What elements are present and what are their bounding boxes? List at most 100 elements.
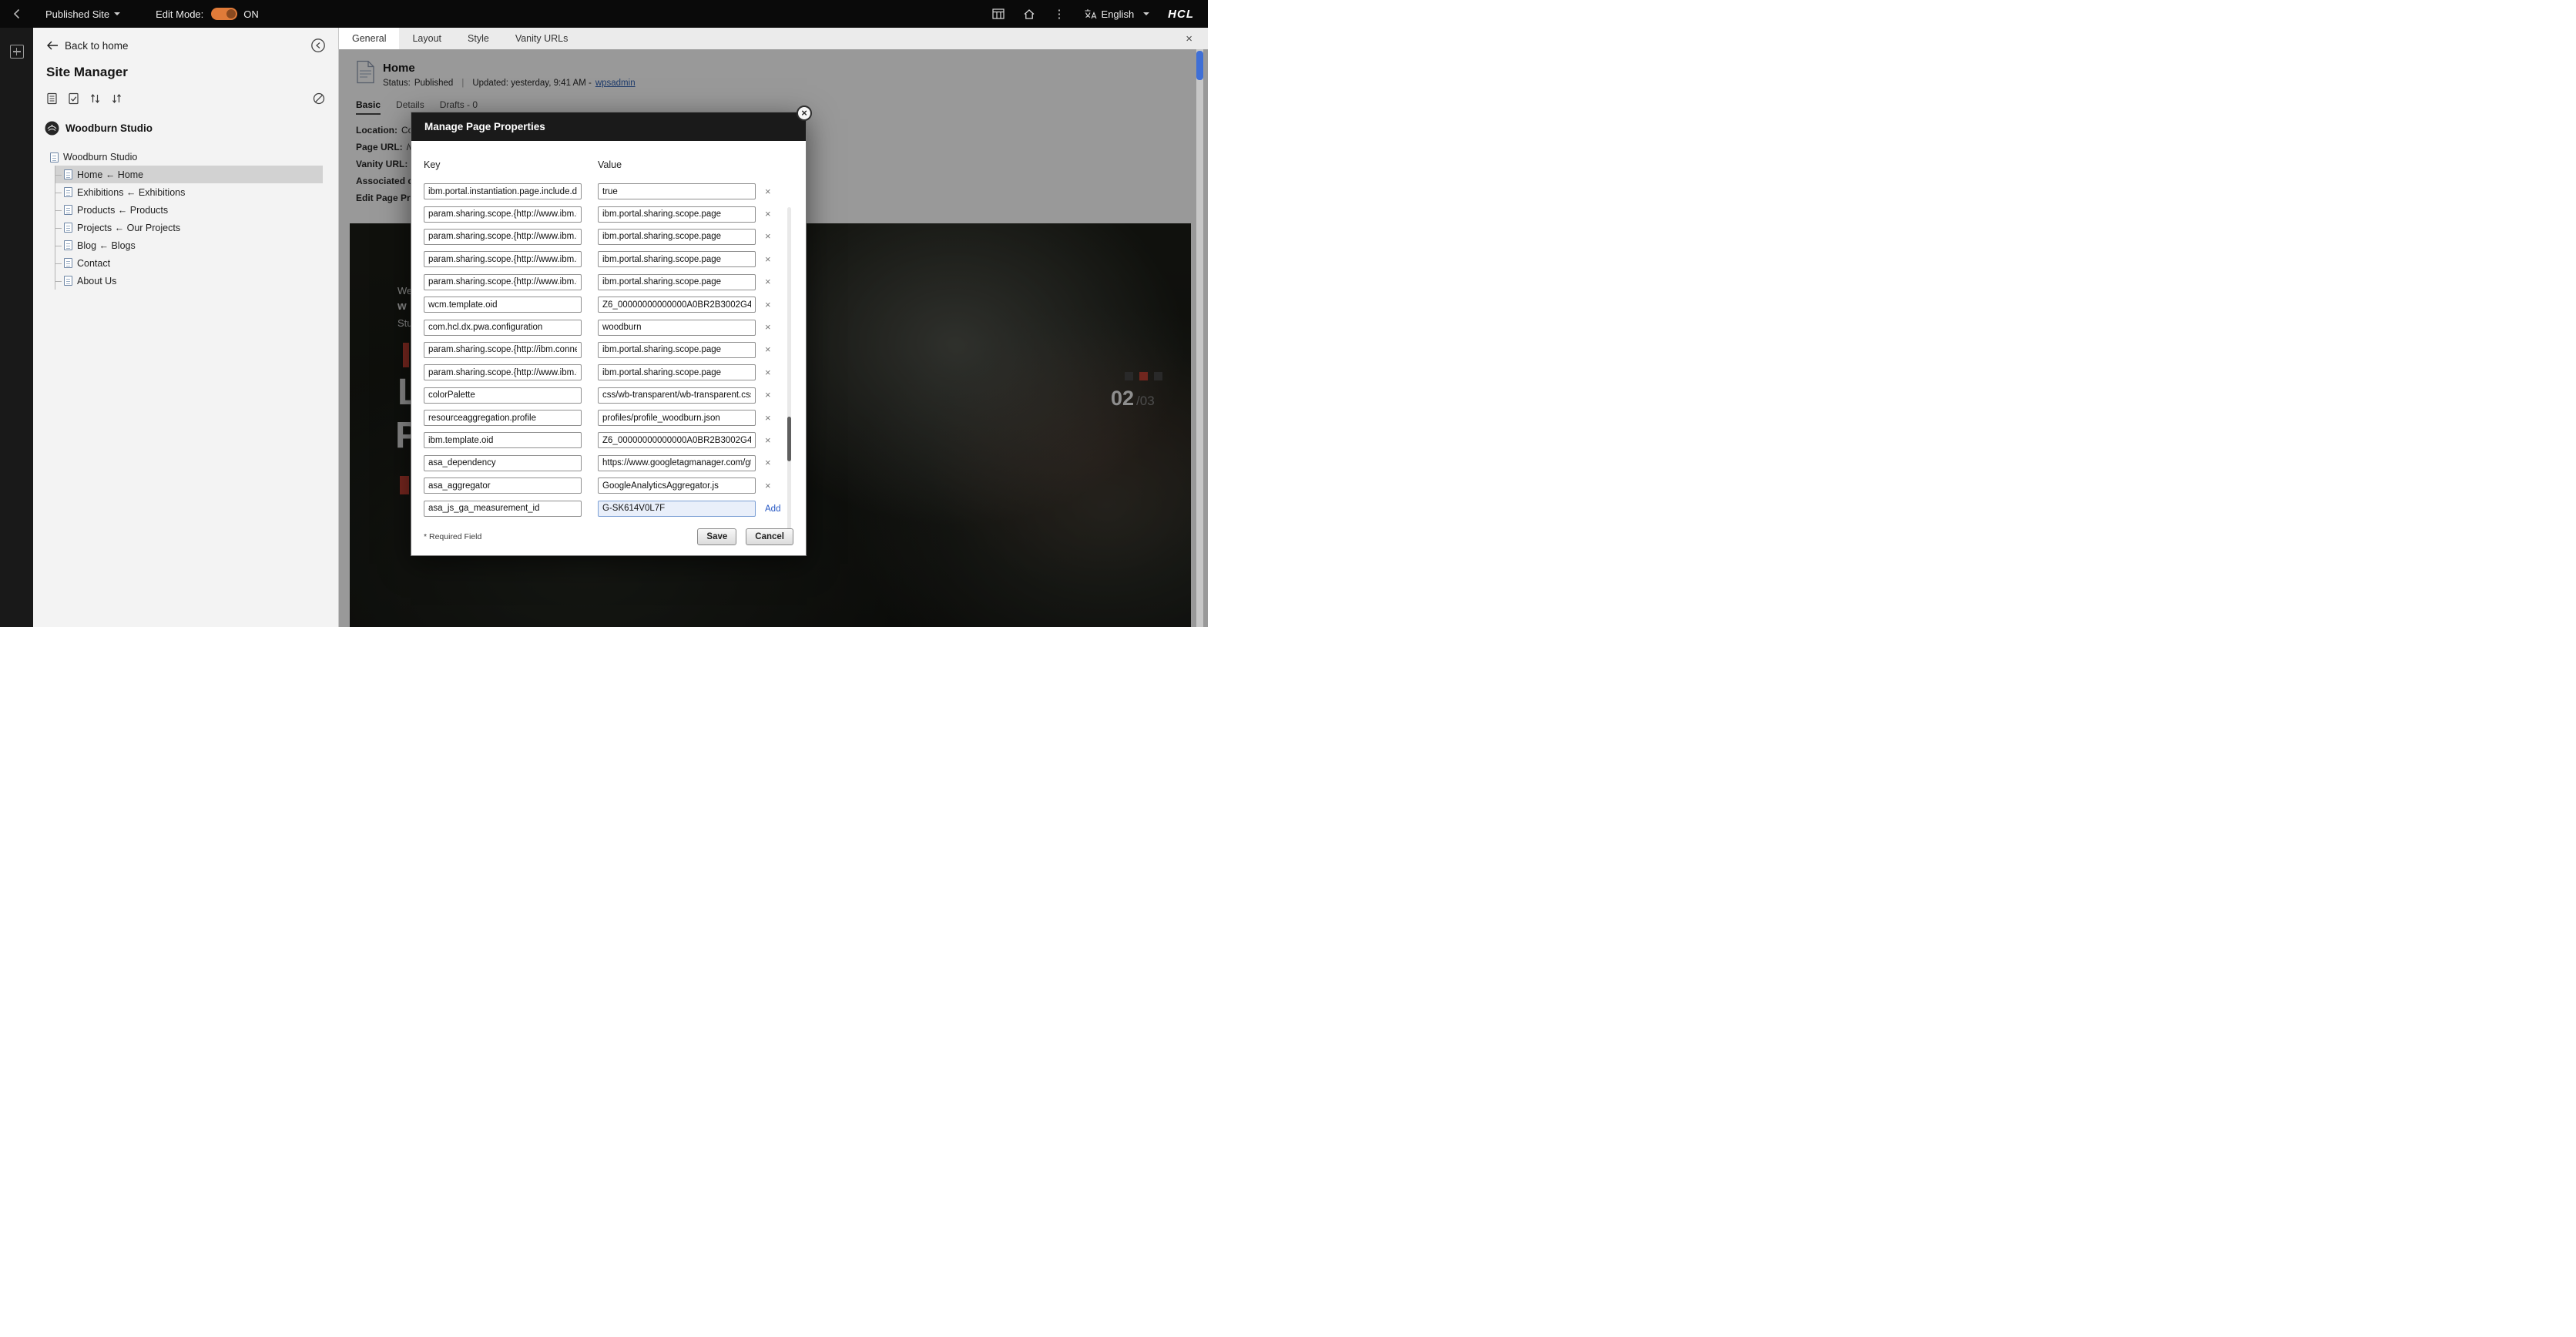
import-export-button[interactable] xyxy=(111,92,122,105)
page-scrollbar[interactable] xyxy=(1196,49,1203,627)
tree-item-projects[interactable]: Projects ← Our Projects xyxy=(55,219,323,236)
property-key-input[interactable] xyxy=(424,297,582,313)
tree-item-contact[interactable]: Contact xyxy=(55,254,323,272)
tree-item-blog[interactable]: Blog ← Blogs xyxy=(55,236,323,254)
property-key-input[interactable] xyxy=(424,432,582,448)
page-icon xyxy=(64,187,72,197)
remove-property-button[interactable]: × xyxy=(765,299,771,310)
tree-item-label: Exhibitions ← Exhibitions xyxy=(77,187,185,198)
home-button[interactable] xyxy=(1023,8,1035,20)
tree-root-label: Woodburn Studio xyxy=(63,152,137,163)
property-value-input[interactable] xyxy=(598,251,756,267)
property-key-input[interactable] xyxy=(424,364,582,380)
property-key-input[interactable] xyxy=(424,387,582,404)
property-key-input[interactable] xyxy=(424,229,582,245)
property-key-input[interactable] xyxy=(424,455,582,471)
property-value-input[interactable] xyxy=(598,274,756,290)
property-key-input[interactable] xyxy=(424,251,582,267)
property-key-input[interactable] xyxy=(424,501,582,517)
property-value-input[interactable] xyxy=(598,478,756,494)
add-panel-icon[interactable] xyxy=(10,45,24,59)
restricted-view-button[interactable] xyxy=(313,92,325,105)
property-value-input[interactable] xyxy=(598,342,756,358)
language-dropdown[interactable]: English xyxy=(1084,8,1150,20)
remove-property-button[interactable]: × xyxy=(765,321,771,333)
collapse-panel-icon[interactable] xyxy=(310,38,326,53)
property-key-input[interactable] xyxy=(424,410,582,426)
remove-property-button[interactable]: × xyxy=(765,367,771,378)
property-value-input[interactable] xyxy=(598,432,756,448)
property-key-input[interactable] xyxy=(424,183,582,199)
page-icon xyxy=(64,276,72,286)
remove-property-button[interactable]: × xyxy=(765,276,771,287)
back-button[interactable] xyxy=(0,8,33,19)
property-key-input[interactable] xyxy=(424,342,582,358)
modal-scrollbar[interactable] xyxy=(787,207,791,545)
property-value-input[interactable] xyxy=(598,229,756,245)
value-column-header: Value xyxy=(598,159,622,170)
property-key-input[interactable] xyxy=(424,206,582,223)
scrollbar-thumb[interactable] xyxy=(1196,51,1203,80)
tree-item-about-us[interactable]: About Us xyxy=(55,272,323,290)
home-icon xyxy=(1023,8,1035,20)
property-value-input[interactable] xyxy=(598,455,756,471)
tab-general[interactable]: General xyxy=(339,28,399,49)
document-icon xyxy=(46,92,58,105)
content-grid-button[interactable] xyxy=(992,8,1005,19)
move-up-down-button[interactable] xyxy=(89,92,101,105)
property-key-input[interactable] xyxy=(424,274,582,290)
remove-property-button[interactable]: × xyxy=(765,253,771,265)
language-label: English xyxy=(1102,8,1135,20)
tree-item-products[interactable]: Products ← Products xyxy=(55,201,323,219)
save-button[interactable]: Save xyxy=(697,528,736,545)
remove-property-button[interactable]: × xyxy=(765,230,771,242)
more-options-button[interactable]: ⋮ xyxy=(1054,8,1065,20)
content-close-button[interactable]: × xyxy=(1186,33,1192,45)
transfer-arrows-icon xyxy=(111,92,122,105)
page-check-button[interactable] xyxy=(68,92,79,105)
remove-property-button[interactable]: × xyxy=(765,186,771,197)
add-property-button[interactable]: Add xyxy=(765,504,780,514)
remove-property-button[interactable]: × xyxy=(765,208,771,219)
property-key-input[interactable] xyxy=(424,320,582,336)
property-row: × xyxy=(424,452,793,474)
translate-icon xyxy=(1084,8,1097,20)
back-to-home-link[interactable]: Back to home xyxy=(65,40,129,52)
property-value-input[interactable] xyxy=(598,387,756,404)
published-site-dropdown[interactable]: Published Site xyxy=(45,8,120,20)
property-row: × xyxy=(424,248,793,270)
row-action: × xyxy=(765,185,793,199)
new-page-button[interactable] xyxy=(46,92,58,105)
property-value-input[interactable] xyxy=(598,297,756,313)
cancel-button[interactable]: Cancel xyxy=(746,528,793,545)
remove-property-button[interactable]: × xyxy=(765,480,771,491)
tree-item-exhibitions[interactable]: Exhibitions ← Exhibitions xyxy=(55,183,323,201)
arrow-left-icon[interactable] xyxy=(46,41,59,50)
tab-layout[interactable]: Layout xyxy=(399,28,454,49)
property-row: × xyxy=(424,316,793,338)
tree-item-home[interactable]: Home ← Home xyxy=(55,166,323,183)
remove-property-button[interactable]: × xyxy=(765,457,771,468)
property-value-input[interactable] xyxy=(598,410,756,426)
remove-property-button[interactable]: × xyxy=(765,389,771,400)
modal-scrollbar-thumb[interactable] xyxy=(787,417,791,461)
property-row: × xyxy=(424,271,793,293)
property-key-input[interactable] xyxy=(424,478,582,494)
remove-property-button[interactable]: × xyxy=(765,412,771,424)
property-value-input[interactable] xyxy=(598,364,756,380)
remove-property-button[interactable]: × xyxy=(765,343,771,355)
property-value-input[interactable] xyxy=(598,183,756,199)
page-icon xyxy=(64,240,72,250)
left-rail xyxy=(0,28,33,627)
property-value-input[interactable] xyxy=(598,320,756,336)
tab-vanity-urls[interactable]: Vanity URLs xyxy=(502,28,582,49)
grid-icon xyxy=(992,8,1005,19)
remove-property-button[interactable]: × xyxy=(765,434,771,446)
tab-style[interactable]: Style xyxy=(454,28,502,49)
property-value-input[interactable] xyxy=(598,501,756,517)
modal-close-button[interactable]: × xyxy=(797,106,812,121)
tree-root-item[interactable]: Woodburn Studio xyxy=(50,149,338,166)
edit-mode-toggle[interactable] xyxy=(211,8,237,20)
sort-arrows-icon xyxy=(89,92,101,105)
property-value-input[interactable] xyxy=(598,206,756,223)
